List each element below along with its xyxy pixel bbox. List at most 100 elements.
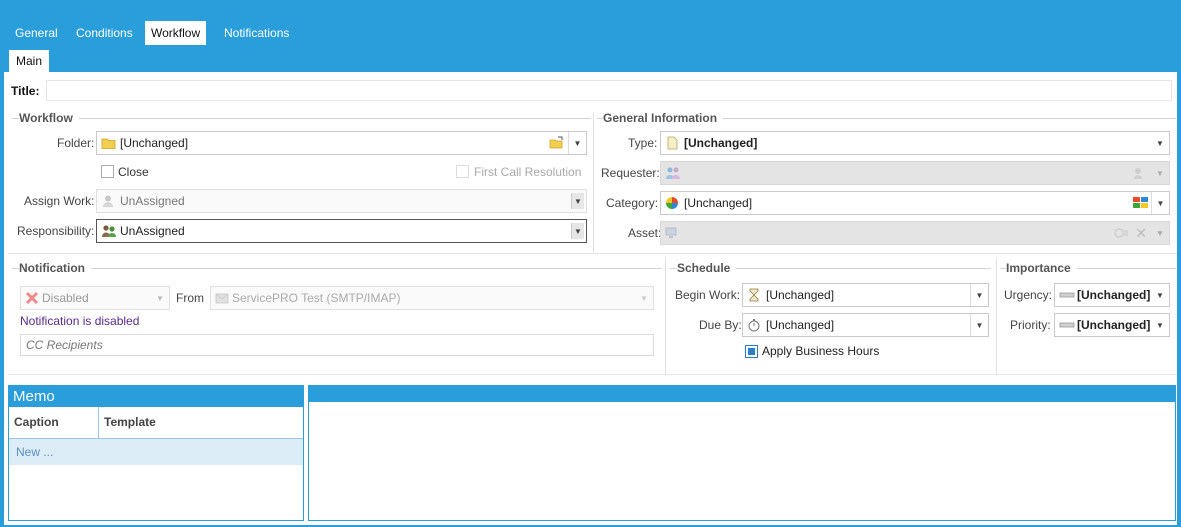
notification-status-value: Disabled (42, 291, 89, 305)
category-field[interactable]: [Unchanged] ▼ (660, 191, 1170, 215)
asset-clear-icon[interactable]: ✕ (1135, 225, 1147, 241)
general-info-section-title: General Information (603, 111, 724, 125)
first-call-label: First Call Resolution (474, 165, 582, 179)
workflow-divider (12, 118, 591, 119)
type-field[interactable]: [Unchanged] ▼ (660, 131, 1170, 155)
urgency-field[interactable]: [Unchanged] ▼ (1054, 283, 1170, 307)
hourglass-icon (747, 288, 761, 302)
level-bar-icon (1059, 318, 1075, 332)
pie-chart-icon (665, 196, 679, 210)
category-value: [Unchanged] (684, 196, 753, 210)
due-by-dropdown-arrow[interactable]: ▼ (970, 314, 988, 336)
category-picker-icon[interactable] (1133, 196, 1149, 213)
memo-detail-header (309, 386, 1175, 402)
title-label: Title: (11, 84, 40, 98)
close-checkbox[interactable] (101, 165, 114, 178)
from-value: ServicePRO Test (SMTP/IMAP) (232, 291, 401, 305)
business-hours-label: Apply Business Hours (762, 344, 880, 358)
template-column-header[interactable]: Template (99, 407, 303, 438)
assign-work-label: Assign Work: (24, 194, 95, 208)
memo-title: Memo (9, 386, 303, 407)
tab-notifications[interactable]: Notifications (218, 21, 295, 45)
title-input[interactable] (46, 80, 1172, 101)
tab-workflow[interactable]: Workflow (145, 21, 207, 45)
begin-work-label: Begin Work: (675, 288, 741, 302)
memo-new-row[interactable]: New ... (9, 439, 303, 465)
lookup-icon[interactable] (1131, 166, 1145, 183)
category-label: Category: (606, 196, 659, 210)
folder-icon (101, 136, 116, 150)
caption-column-header[interactable]: Caption (9, 407, 99, 438)
requester-dropdown-arrow[interactable]: ▼ (1151, 162, 1169, 184)
priority-dropdown-arrow[interactable]: ▼ (1151, 314, 1169, 336)
priority-label: Priority: (1010, 318, 1051, 332)
responsibility-value: UnAssigned (120, 224, 185, 238)
document-icon (665, 136, 679, 150)
type-dropdown-arrow[interactable]: ▼ (1151, 132, 1169, 154)
asset-field[interactable]: ✕ ▼ (660, 221, 1170, 245)
close-label: Close (118, 165, 149, 179)
begin-work-dropdown-arrow[interactable]: ▼ (970, 284, 988, 306)
business-hours-checkbox[interactable] (745, 345, 758, 358)
workflow-section-title: Workflow (19, 111, 79, 125)
notification-schedule-separator (665, 258, 666, 374)
begin-work-value: [Unchanged] (766, 288, 835, 302)
asset-lookup-icon[interactable] (1113, 226, 1129, 243)
browse-folder-icon[interactable] (549, 136, 564, 153)
computer-icon (665, 226, 679, 240)
schedule-importance-separator (996, 258, 997, 374)
memo-detail-panel (308, 385, 1176, 521)
urgency-dropdown-arrow[interactable]: ▼ (1151, 284, 1169, 306)
folder-value: [Unchanged] (120, 136, 189, 150)
tab-bar: General Conditions Workflow Notification… (0, 0, 1181, 72)
asset-label: Asset: (628, 226, 662, 240)
notification-status-dropdown[interactable]: Disabled ▼ (20, 286, 170, 310)
user-icon (101, 194, 115, 208)
assign-work-value: UnAssigned (120, 194, 185, 208)
notification-status-arrow[interactable]: ▼ (151, 287, 169, 309)
notification-divider (12, 268, 662, 269)
category-dropdown-arrow[interactable]: ▼ (1151, 192, 1169, 214)
disabled-x-icon (25, 291, 39, 305)
urgency-value: [Unchanged] (1077, 288, 1151, 302)
memo-column-headers: Caption Template (9, 407, 303, 439)
tab-general[interactable]: General (9, 21, 64, 45)
requester-icon (665, 166, 680, 180)
asset-dropdown-arrow[interactable]: ▼ (1151, 222, 1169, 244)
first-call-checkbox[interactable] (456, 165, 469, 178)
notification-disabled-message: Notification is disabled (20, 314, 140, 328)
responsibility-label: Responsibility: (17, 224, 95, 238)
due-by-field[interactable]: [Unchanged] ▼ (742, 313, 989, 337)
importance-section-title: Importance (1006, 261, 1077, 275)
from-label: From (176, 291, 204, 305)
assign-work-dropdown-arrow[interactable]: ▼ (571, 193, 584, 209)
tab-conditions[interactable]: Conditions (70, 21, 139, 45)
cc-recipients-placeholder: CC Recipients (26, 338, 103, 352)
notification-section-title: Notification (19, 261, 91, 275)
folder-field[interactable]: [Unchanged] ▼ (96, 131, 587, 155)
lower-divider (8, 374, 1177, 375)
priority-value: [Unchanged] (1077, 318, 1151, 332)
priority-field[interactable]: [Unchanged] ▼ (1054, 313, 1170, 337)
subtab-main[interactable]: Main (9, 50, 49, 72)
column-separator (593, 112, 594, 254)
level-bar-icon (1059, 288, 1075, 302)
mailbox-icon (215, 291, 229, 305)
group-icon (101, 224, 116, 238)
due-by-value: [Unchanged] (766, 318, 835, 332)
type-label: Type: (628, 136, 658, 150)
requester-label: Requester: (601, 166, 660, 180)
from-dropdown-arrow[interactable]: ▼ (635, 287, 653, 309)
type-value: [Unchanged] (684, 136, 758, 150)
responsibility-dropdown-arrow[interactable]: ▼ (571, 223, 584, 239)
upper-bottom-divider (8, 253, 1177, 254)
begin-work-field[interactable]: [Unchanged] ▼ (742, 283, 989, 307)
responsibility-field[interactable]: UnAssigned ▼ (96, 219, 587, 243)
from-dropdown[interactable]: ServicePRO Test (SMTP/IMAP) ▼ (210, 286, 654, 310)
memo-panel: Memo Caption Template New ... (8, 385, 304, 521)
cc-recipients-input[interactable]: CC Recipients (20, 334, 654, 356)
stopwatch-icon (747, 318, 761, 332)
assign-work-field[interactable]: UnAssigned ▼ (96, 189, 587, 213)
folder-dropdown-arrow[interactable]: ▼ (568, 132, 586, 154)
requester-field[interactable]: ▼ (660, 161, 1170, 185)
